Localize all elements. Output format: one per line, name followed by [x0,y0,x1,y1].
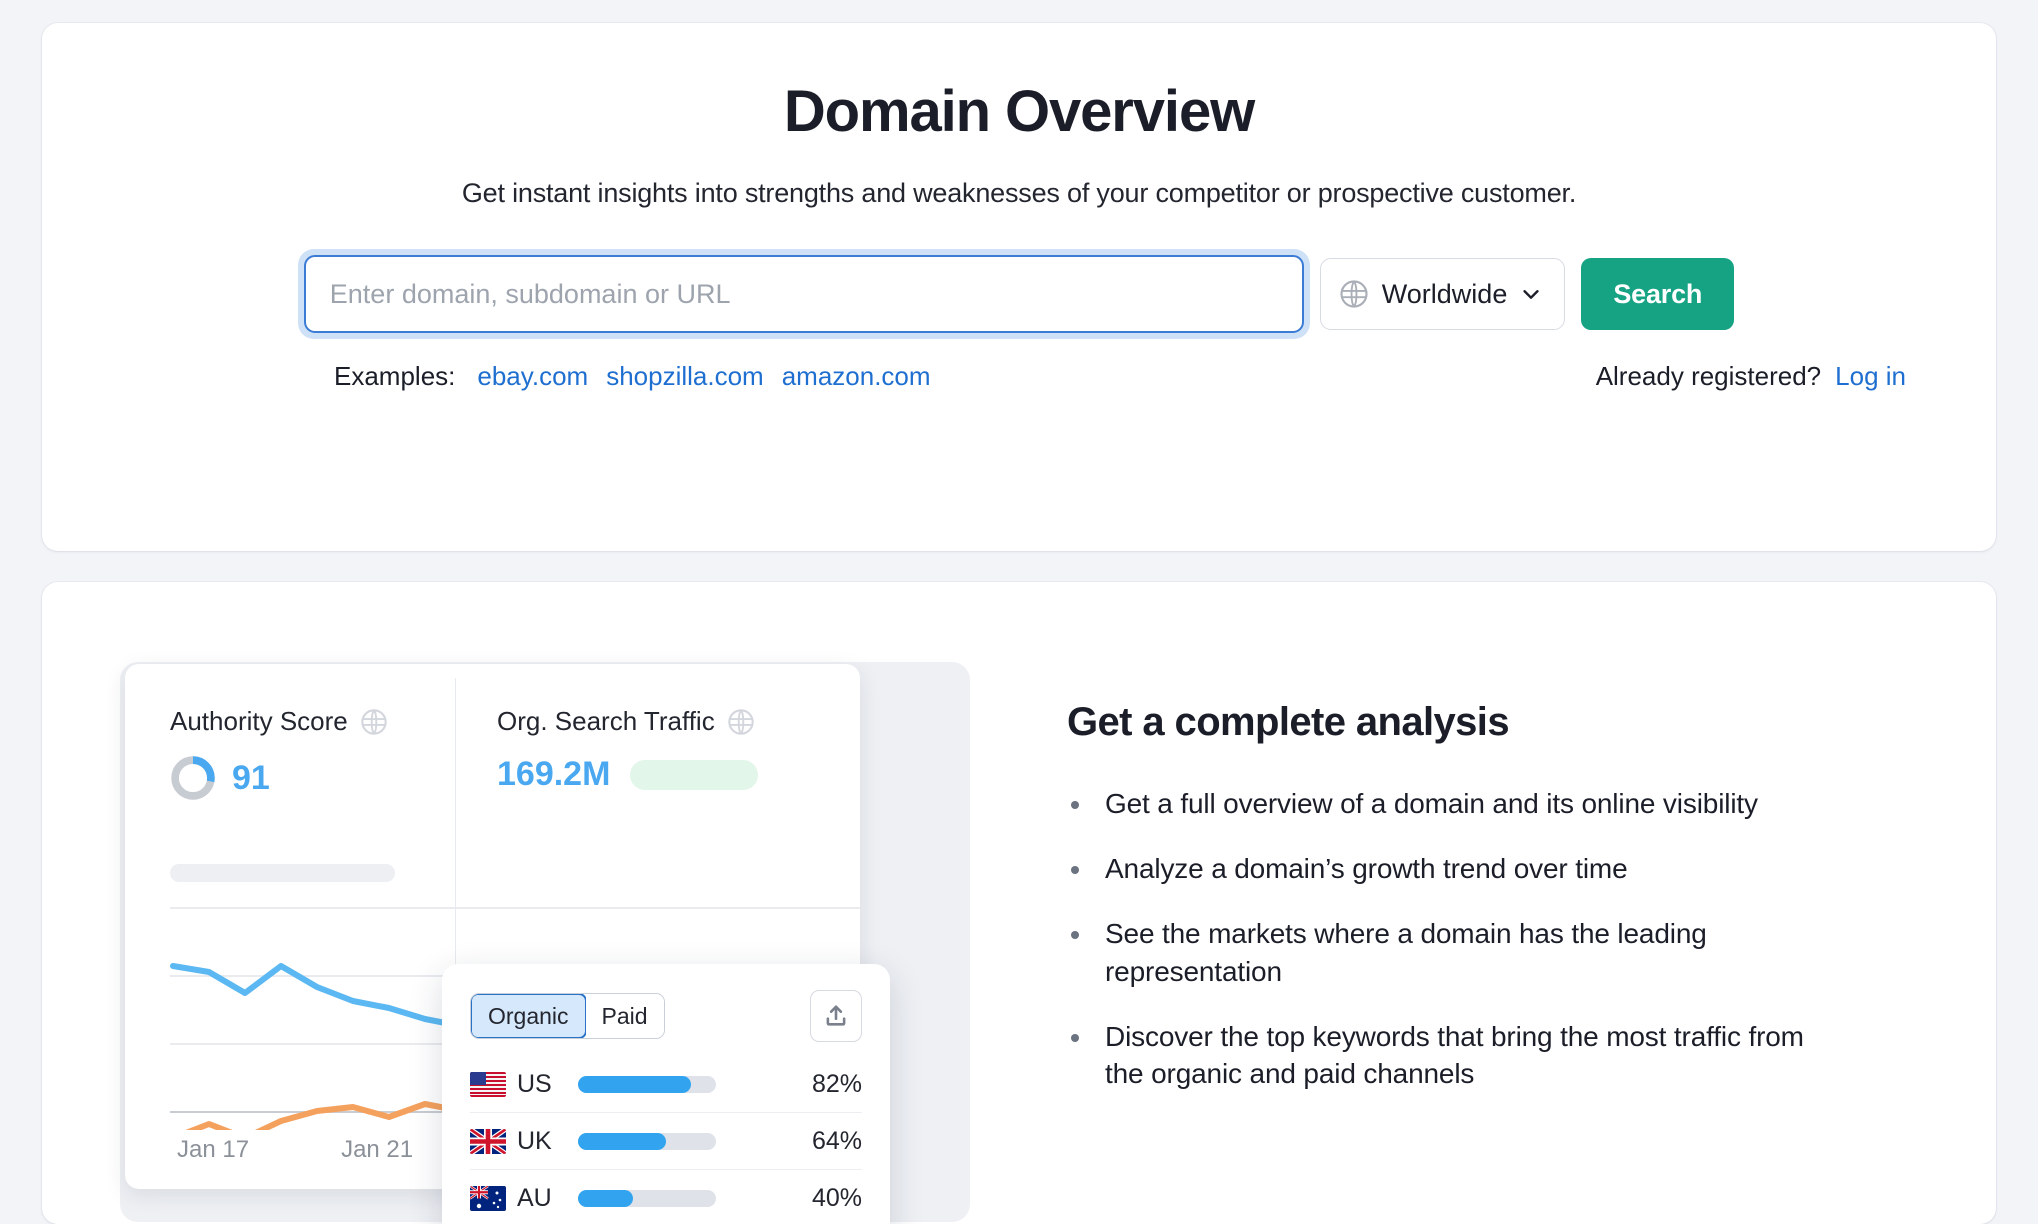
globe-icon [361,708,387,735]
list-item: Analyze a domain’s growth trend over tim… [1067,850,1807,887]
benefits-title: Get a complete analysis [1067,700,1510,744]
login-link[interactable]: Log in [1835,361,1906,392]
geo-country-code: UK [517,1126,552,1155]
region-selector[interactable]: Worldwide [1319,258,1566,330]
geo-percent: 64% [811,1126,862,1155]
geo-country-code: AU [517,1183,552,1212]
globe-icon [728,708,754,735]
geo-bar-fill [578,1132,667,1150]
search-row: Worldwide Search [42,249,1996,339]
authority-score-label: Authority Score [170,706,348,736]
au-flag-icon [470,1185,506,1211]
page-root: Domain Overview Get instant insights int… [0,0,2038,1224]
search-button[interactable]: Search [1581,258,1735,330]
authority-score-value: 91 [232,758,270,797]
org-traffic-label-row: Org. Search Traffic [497,706,860,737]
examples-group: Examples: ebay.com shopzilla.com amazon.… [334,361,931,392]
example-link-shopzilla[interactable]: shopzilla.com [606,361,764,392]
export-icon [826,1005,846,1026]
chart-x-label: Jan 17 [177,1136,250,1163]
org-traffic-value-row: 169.2M [497,755,860,794]
traffic-trend-placeholder [630,759,759,790]
uk-flag-icon [470,1128,506,1154]
search-input[interactable] [303,255,1304,333]
authority-score-block: Authority Score 91 [125,664,455,834]
example-link-amazon[interactable]: amazon.com [782,361,931,392]
page-title: Domain Overview [783,79,1255,144]
geo-card-toolbar: Organic Paid [470,990,862,1042]
benefits-column: Get a complete analysis Get a full overv… [1027,582,1996,1224]
geo-bar-track [578,1132,716,1150]
geo-distribution-card: Organic Paid US 82% UK 64% AU 40% [442,964,890,1224]
geo-bar-fill [578,1189,634,1207]
authority-score-label-row: Authority Score [170,706,455,737]
table-row: AU 40% [470,1170,862,1224]
geo-bar-fill [578,1075,692,1093]
authority-score-value-row: 91 [170,755,455,801]
globe-icon [1340,280,1368,308]
geo-country-code: US [517,1069,552,1098]
org-search-traffic-block: Org. Search Traffic 169.2M [455,664,860,1164]
metrics-header: Authority Score 91 Org. Search Traffic 1… [125,664,860,1164]
geo-percent: 82% [811,1069,862,1098]
table-row: US 82% [470,1056,862,1113]
geo-bar-track [578,1189,716,1207]
hero-card: Domain Overview Get instant insights int… [42,23,1996,551]
list-item: Discover the top keywords that bring the… [1067,1018,1807,1092]
benefits-list: Get a full overview of a domain and its … [1067,785,1996,1092]
already-registered-label: Already registered? [1595,361,1822,391]
chart-x-label: Jan 21 [341,1136,414,1163]
org-traffic-value: 169.2M [497,755,611,793]
login-group: Already registered? Log in [1596,361,1906,392]
geo-rows: US 82% UK 64% AU 40% [470,1056,862,1224]
chevron-down-icon [1523,290,1539,299]
list-item: Get a full overview of a domain and its … [1067,785,1807,822]
search-input-wrapper [297,249,1310,339]
geo-percent: 40% [811,1183,862,1212]
traffic-type-toggle: Organic Paid [470,993,665,1039]
search-meta-row: Examples: ebay.com shopzilla.com amazon.… [42,361,1996,392]
us-flag-icon [470,1071,506,1097]
skeleton-bar [170,864,395,882]
product-illustration: Authority Score 91 Org. Search Traffic 1… [42,582,1027,1224]
tab-paid[interactable]: Paid [585,994,664,1038]
geo-bar-track [578,1075,716,1093]
authority-gauge-icon [171,756,215,800]
examples-label: Examples: [334,361,456,391]
region-label: Worldwide [1381,278,1508,309]
page-subtitle: Get instant insights into strengths and … [461,178,1577,208]
analysis-card: Authority Score 91 Org. Search Traffic 1… [42,582,1996,1224]
tab-organic[interactable]: Organic [470,994,587,1038]
list-item: See the markets where a domain has the l… [1067,915,1807,989]
example-link-ebay[interactable]: ebay.com [477,361,588,392]
org-traffic-label: Org. Search Traffic [497,706,715,736]
export-button[interactable] [810,990,862,1042]
table-row: UK 64% [470,1113,862,1170]
